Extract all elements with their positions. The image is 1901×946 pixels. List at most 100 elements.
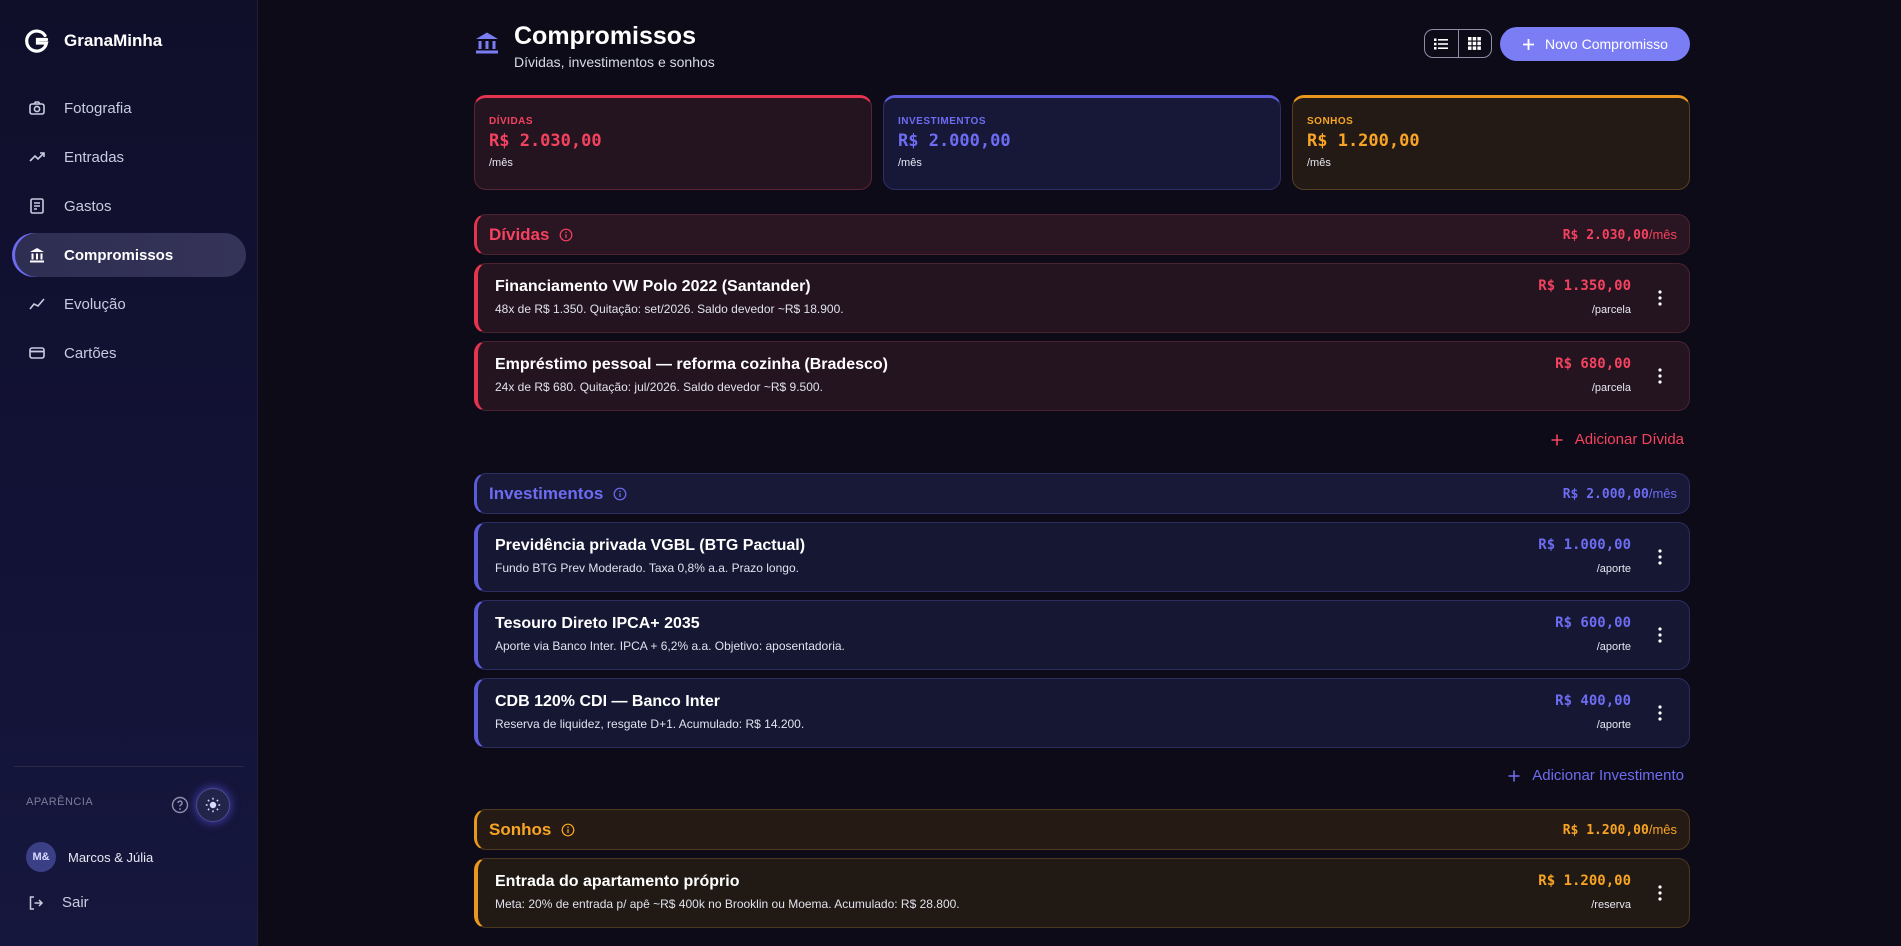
sidebar-item-label: Gastos xyxy=(64,197,112,215)
summary-label: SONHOS xyxy=(1307,116,1354,127)
summary-cards: DÍVIDAS R$ 2.030,00 /mês INVESTIMENTOS R… xyxy=(474,95,1690,190)
item-unit: /aporte xyxy=(1596,641,1631,653)
more-vertical-icon[interactable] xyxy=(1657,704,1663,722)
credit-card-icon xyxy=(29,347,45,359)
more-vertical-icon[interactable] xyxy=(1657,884,1663,902)
more-vertical-icon[interactable] xyxy=(1657,289,1663,307)
item-description: Fundo BTG Prev Moderado. Taxa 0,8% a.a. … xyxy=(495,561,799,575)
item-unit: /parcela xyxy=(1591,382,1631,394)
sidebar-item-evolucao[interactable]: Evolução xyxy=(12,282,246,326)
add-investment-button[interactable]: Adicionar Investimento xyxy=(1508,767,1684,784)
sidebar: GranaMinha Fotografia Entradas Gastos Co… xyxy=(0,0,258,946)
section-total-value: R$ 2.000,00 xyxy=(1562,486,1649,502)
page-header: Compromissos Dívidas, investimentos e so… xyxy=(474,22,1690,72)
section-header-debts[interactable]: Dívidas R$ 2.030,00/mês xyxy=(474,214,1690,255)
sidebar-item-label: Evolução xyxy=(64,295,126,313)
sidebar-item-cartoes[interactable]: Cartões xyxy=(12,331,246,375)
list-item[interactable]: Tesouro Direto IPCA+ 2035 Aporte via Ban… xyxy=(474,600,1690,670)
sidebar-item-gastos[interactable]: Gastos xyxy=(12,184,246,228)
receipt-icon xyxy=(30,198,44,214)
plus-icon xyxy=(1508,770,1520,781)
list-icon xyxy=(1434,38,1449,49)
item-unit: /aporte xyxy=(1596,719,1631,731)
theme-toggle-button[interactable] xyxy=(196,788,230,822)
sidebar-item-label: Compromissos xyxy=(64,246,174,264)
view-toggle xyxy=(1424,29,1492,58)
list-item[interactable]: Previdência privada VGBL (BTG Pactual) F… xyxy=(474,522,1690,592)
user-name: Marcos & Júlia xyxy=(68,849,154,865)
list-item[interactable]: Financiamento VW Polo 2022 (Santander) 4… xyxy=(474,263,1690,333)
item-unit: /parcela xyxy=(1591,304,1631,316)
item-description: Aporte via Banco Inter. IPCA + 6,2% a.a.… xyxy=(495,639,845,653)
bank-icon xyxy=(30,248,44,263)
item-unit: /reserva xyxy=(1591,899,1631,911)
camera-icon xyxy=(29,101,45,115)
summary-period: /mês xyxy=(1307,157,1331,169)
sidebar-item-entradas[interactable]: Entradas xyxy=(12,135,246,179)
new-commitment-label: Novo Compromisso xyxy=(1545,36,1668,52)
list-view-button[interactable] xyxy=(1425,30,1458,57)
item-title: Tesouro Direto IPCA+ 2035 xyxy=(495,615,700,632)
section-title: Sonhos xyxy=(489,819,552,839)
add-debt-button[interactable]: Adicionar Dívida xyxy=(1551,431,1684,448)
summary-card-investments: INVESTIMENTOS R$ 2.000,00 /mês xyxy=(883,95,1281,190)
grid-view-button[interactable] xyxy=(1457,30,1492,57)
new-commitment-button[interactable]: Novo Compromisso xyxy=(1500,27,1690,61)
summary-period: /mês xyxy=(489,157,513,169)
item-title: Financiamento VW Polo 2022 (Santander) xyxy=(495,278,811,295)
logout-button[interactable]: Sair xyxy=(28,894,89,911)
logout-label: Sair xyxy=(62,894,89,911)
sidebar-item-compromissos[interactable]: Compromissos xyxy=(12,233,246,277)
section-total: R$ 2.000,00/mês xyxy=(1563,486,1677,502)
list-item[interactable]: Entrada do apartamento próprio Meta: 20%… xyxy=(474,858,1690,928)
item-description: 48x de R$ 1.350. Quitação: set/2026. Sal… xyxy=(495,302,844,316)
item-amount: R$ 1.000,00 xyxy=(1538,537,1631,553)
main-nav: Fotografia Entradas Gastos Compromissos … xyxy=(12,86,246,380)
item-amount: R$ 680,00 xyxy=(1555,356,1631,372)
section-total-period: /mês xyxy=(1648,226,1677,242)
list-item[interactable]: Empréstimo pessoal — reforma cozinha (Br… xyxy=(474,341,1690,411)
more-vertical-icon[interactable] xyxy=(1657,626,1663,644)
sidebar-item-label: Entradas xyxy=(64,148,125,166)
list-item[interactable]: CDB 120% CDI — Banco Inter Reserva de li… xyxy=(474,678,1690,748)
section-total-value: R$ 2.030,00 xyxy=(1562,227,1649,243)
item-amount: R$ 600,00 xyxy=(1555,615,1631,631)
info-icon[interactable] xyxy=(613,487,627,501)
grid-icon xyxy=(1468,37,1482,50)
more-vertical-icon[interactable] xyxy=(1657,367,1663,385)
add-investment-label: Adicionar Investimento xyxy=(1532,767,1684,784)
item-title: Previdência privada VGBL (BTG Pactual) xyxy=(495,537,806,554)
section-total-value: R$ 1.200,00 xyxy=(1562,822,1649,838)
item-unit: /aporte xyxy=(1596,563,1631,575)
user-profile[interactable]: M& Marcos & Júlia xyxy=(26,842,153,872)
summary-value: R$ 2.030,00 xyxy=(489,131,602,151)
help-icon[interactable] xyxy=(171,796,189,814)
avatar: M& xyxy=(26,842,56,872)
section-total: R$ 2.030,00/mês xyxy=(1563,227,1677,243)
section-header-investments[interactable]: Investimentos R$ 2.000,00/mês xyxy=(474,473,1690,514)
sidebar-item-label: Fotografia xyxy=(64,99,132,117)
summary-card-debts: DÍVIDAS R$ 2.030,00 /mês xyxy=(474,95,872,190)
app-name: GranaMinha xyxy=(64,31,163,50)
sidebar-item-label: Cartões xyxy=(64,344,117,362)
item-description: 24x de R$ 680. Quitação: jul/2026. Saldo… xyxy=(495,380,823,394)
item-title: CDB 120% CDI — Banco Inter xyxy=(495,693,720,710)
appearance-label: APARÊNCIA xyxy=(26,796,94,808)
plus-icon xyxy=(1551,434,1563,445)
summary-value: R$ 2.000,00 xyxy=(898,131,1011,151)
section-header-dreams[interactable]: Sonhos R$ 1.200,00/mês xyxy=(474,809,1690,850)
item-title: Empréstimo pessoal — reforma cozinha (Br… xyxy=(495,356,888,373)
section-title: Investimentos xyxy=(489,483,604,503)
page-subtitle: Dívidas, investimentos e sonhos xyxy=(514,54,715,70)
summary-card-dreams: SONHOS R$ 1.200,00 /mês xyxy=(1292,95,1690,190)
sun-icon xyxy=(205,797,221,813)
more-vertical-icon[interactable] xyxy=(1657,548,1663,566)
info-icon[interactable] xyxy=(559,228,573,242)
chart-line-icon xyxy=(29,298,45,310)
summary-period: /mês xyxy=(898,157,922,169)
plus-icon xyxy=(1523,38,1535,50)
sidebar-item-fotografia[interactable]: Fotografia xyxy=(12,86,246,130)
brand[interactable]: GranaMinha xyxy=(24,28,162,54)
info-icon[interactable] xyxy=(561,823,575,837)
section-total-period: /mês xyxy=(1648,485,1677,501)
